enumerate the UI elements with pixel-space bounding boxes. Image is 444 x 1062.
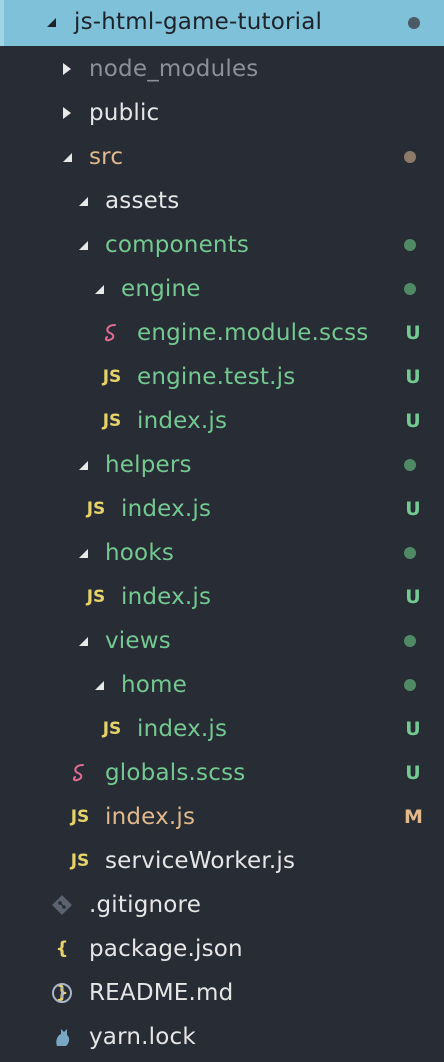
- tree-item-home-index-js[interactable]: JS index.js U: [0, 707, 444, 751]
- tree-item-label: views: [105, 628, 171, 654]
- untracked-dot: [404, 619, 416, 663]
- tree-item-src-index-js[interactable]: JS index.js M: [0, 795, 444, 839]
- tree-item-label: engine: [121, 276, 201, 302]
- tree-item-package-json[interactable]: { } package.json: [0, 927, 444, 1003]
- tree-item-public[interactable]: public: [0, 91, 444, 135]
- tree-item-label: serviceWorker.js: [105, 848, 296, 874]
- tree-item-label: index.js: [105, 804, 196, 830]
- info-icon: [50, 971, 74, 1015]
- tree-item-views[interactable]: views: [0, 619, 444, 663]
- collapse-arrow-icon[interactable]: [76, 223, 90, 267]
- tree-item-label: node_modules: [89, 56, 259, 82]
- tree-item-label: hooks: [105, 540, 175, 566]
- tree-item-label: globals.scss: [105, 760, 246, 786]
- sass-file-icon: [68, 751, 92, 795]
- tree-item-label: index.js: [137, 716, 228, 742]
- collapse-arrow-icon[interactable]: [92, 267, 106, 311]
- tree-item-label: assets: [105, 188, 180, 214]
- collapse-arrow-icon[interactable]: [76, 443, 90, 487]
- tree-item-label: package.json: [89, 936, 243, 962]
- git-status-badge: M: [404, 806, 423, 828]
- tree-item-yarn-lock[interactable]: yarn.lock: [0, 1015, 444, 1059]
- sass-file-icon: [100, 311, 124, 355]
- js-file-icon: JS: [102, 411, 122, 431]
- untracked-dot: [404, 267, 416, 311]
- js-file-icon: JS: [102, 719, 122, 739]
- tree-item-label: js-html-game-tutorial: [74, 9, 323, 35]
- tree-item-label: index.js: [121, 496, 212, 522]
- json-file-icon: { }: [55, 938, 69, 1003]
- tree-item-components[interactable]: components: [0, 223, 444, 267]
- tree-item-hooks-index-js[interactable]: JS index.js U: [0, 575, 444, 619]
- git-status-badge: U: [405, 718, 421, 740]
- expand-arrow-icon[interactable]: [60, 91, 74, 135]
- git-icon: [50, 883, 74, 927]
- js-file-icon: JS: [86, 499, 106, 519]
- collapse-arrow-icon[interactable]: [76, 179, 90, 223]
- tree-item-helpers-index-js[interactable]: JS index.js U: [0, 487, 444, 531]
- tree-item-label: public: [89, 100, 160, 126]
- tree-item-label: .gitignore: [89, 892, 202, 918]
- js-file-icon: JS: [70, 851, 90, 871]
- tree-item-node-modules[interactable]: node_modules: [0, 47, 444, 91]
- git-status-badge: U: [405, 410, 421, 432]
- yarn-cat-icon: [50, 1015, 74, 1059]
- tree-item-helpers[interactable]: helpers: [0, 443, 444, 487]
- untracked-dot: [404, 443, 416, 487]
- tree-item-label: engine.module.scss: [137, 320, 369, 346]
- untracked-dot: [404, 531, 416, 575]
- collapse-arrow-icon[interactable]: [76, 531, 90, 575]
- modified-dot: [404, 135, 416, 179]
- git-status-badge: U: [405, 322, 421, 344]
- js-file-icon: JS: [70, 807, 90, 827]
- tree-item-assets[interactable]: assets: [0, 179, 444, 223]
- tree-item-readme-md[interactable]: README.md: [0, 971, 444, 1015]
- tree-item-label: index.js: [121, 584, 212, 610]
- tree-item-label: engine.test.js: [137, 364, 296, 390]
- collapse-arrow-icon[interactable]: [92, 663, 106, 707]
- js-file-icon: JS: [86, 587, 106, 607]
- collapse-arrow-icon[interactable]: [60, 135, 74, 179]
- tree-item-engine[interactable]: engine: [0, 267, 444, 311]
- tree-item-label: helpers: [105, 452, 192, 478]
- tree-item-label: home: [121, 672, 188, 698]
- untracked-dot: [404, 663, 416, 707]
- tree-item-home[interactable]: home: [0, 663, 444, 707]
- js-file-icon: JS: [102, 367, 122, 387]
- git-status-badge: U: [405, 586, 421, 608]
- collapse-arrow-icon[interactable]: [76, 619, 90, 663]
- git-status-badge: U: [405, 366, 421, 388]
- tree-item-engine-index-js[interactable]: JS index.js U: [0, 399, 444, 443]
- tree-item-label: README.md: [89, 980, 234, 1006]
- tree-item-label: yarn.lock: [89, 1024, 196, 1050]
- tree-root-js-html-game-tutorial[interactable]: js-html-game-tutorial: [0, 0, 444, 46]
- git-status-badge: U: [405, 498, 421, 520]
- tree-item-src[interactable]: src: [0, 135, 444, 179]
- tree-item-label: src: [89, 144, 124, 170]
- tree-item-engine-module-scss[interactable]: engine.module.scss U: [0, 311, 444, 355]
- tree-item-globals-scss[interactable]: globals.scss U: [0, 751, 444, 795]
- tree-item-gitignore[interactable]: .gitignore: [0, 883, 444, 927]
- tree-item-serviceworker-js[interactable]: JS serviceWorker.js: [0, 839, 444, 883]
- expand-arrow-icon[interactable]: [60, 47, 74, 91]
- untracked-dot: [404, 223, 416, 267]
- file-explorer: js-html-game-tutorial node_modules publi…: [0, 0, 444, 1062]
- tree-item-engine-test-js[interactable]: JS engine.test.js U: [0, 355, 444, 399]
- collapse-arrow-icon[interactable]: [44, 0, 58, 44]
- git-status-badge: U: [405, 762, 421, 784]
- tree-item-hooks[interactable]: hooks: [0, 531, 444, 575]
- tree-item-label: index.js: [137, 408, 228, 434]
- status-dot: [408, 1, 420, 45]
- tree-item-label: components: [105, 232, 250, 258]
